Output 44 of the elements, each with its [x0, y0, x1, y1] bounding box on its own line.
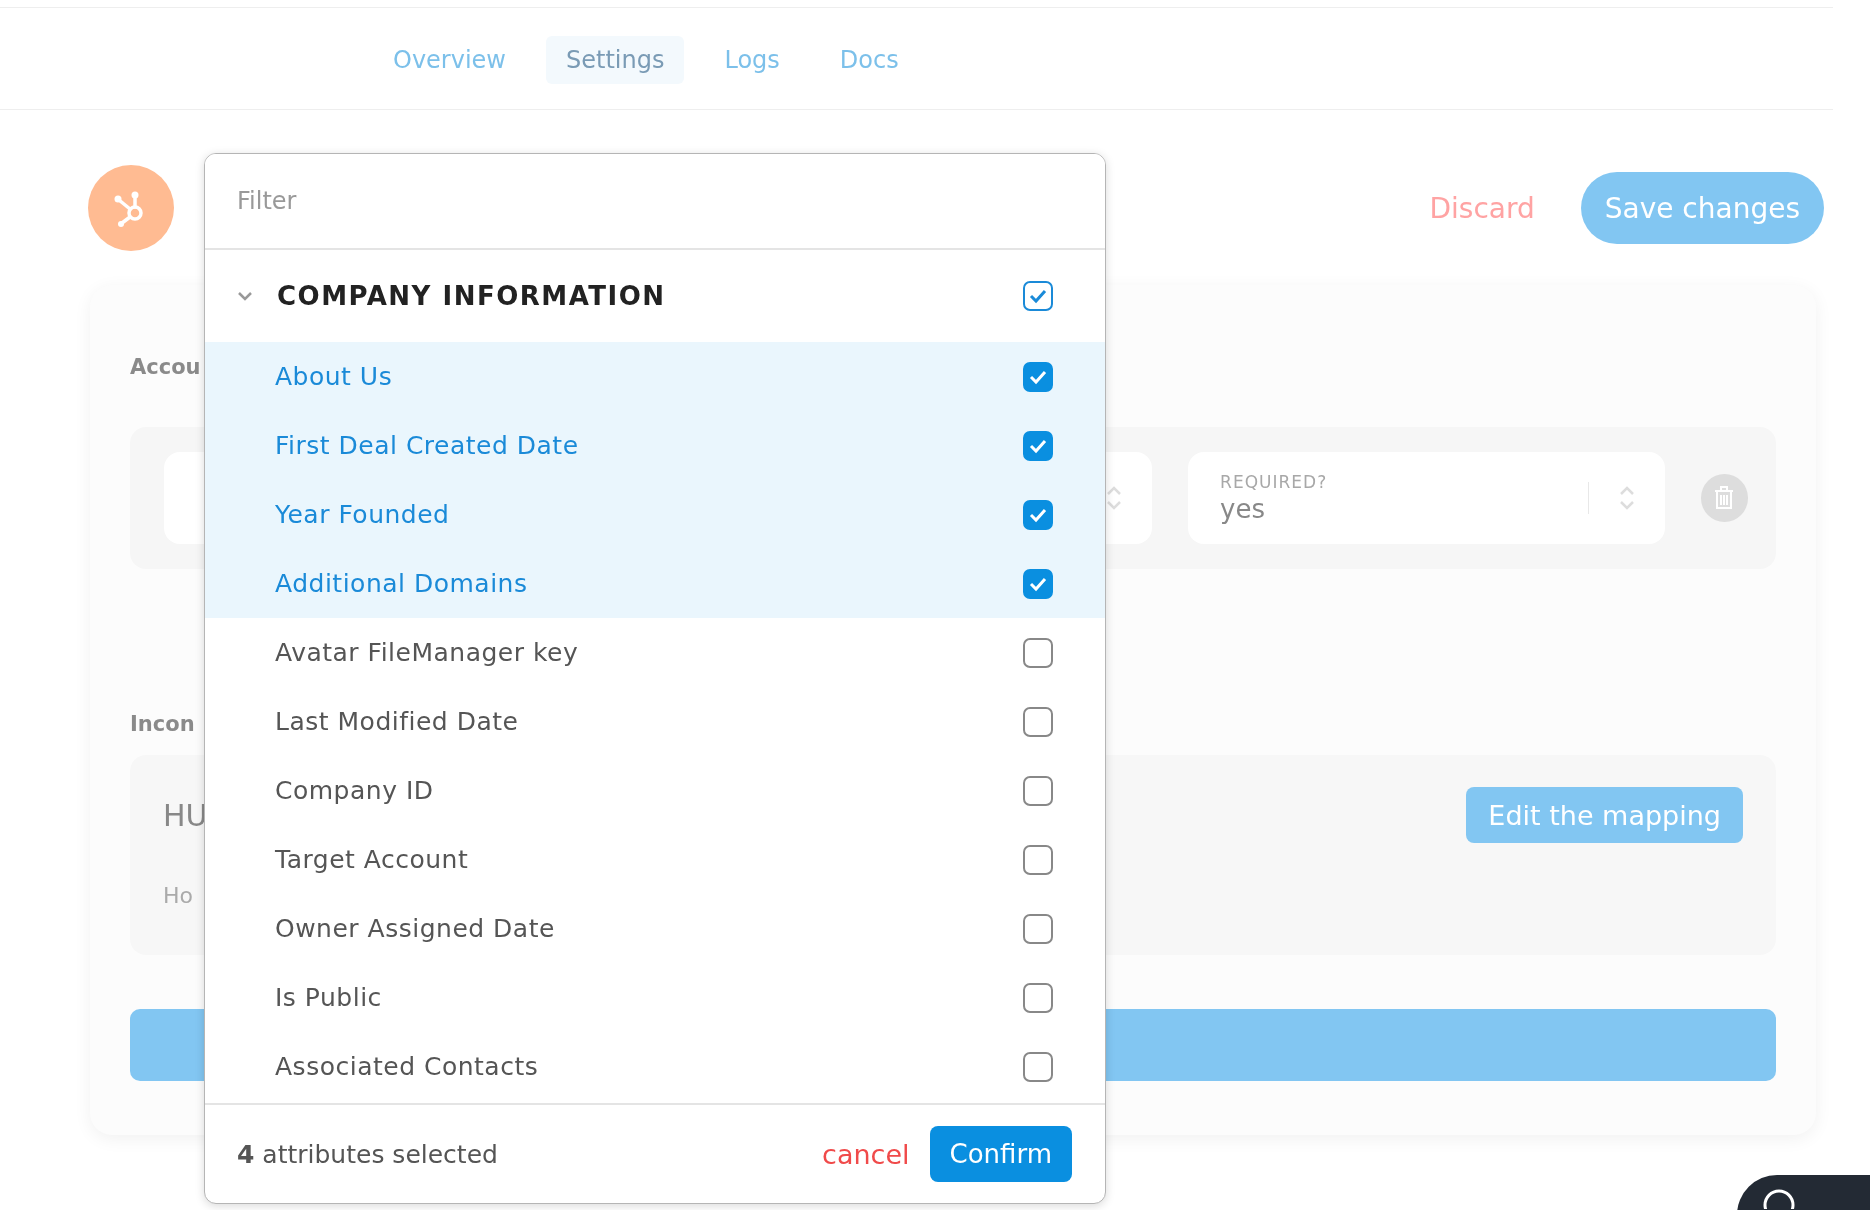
attribute-row[interactable]: Company ID: [205, 756, 1105, 825]
checkbox[interactable]: [1023, 844, 1053, 875]
group-title: COMPANY INFORMATION: [277, 281, 667, 311]
attribute-row[interactable]: Last Modified Date: [205, 687, 1105, 756]
attribute-row[interactable]: Associated Contacts: [205, 1032, 1105, 1101]
checkbox[interactable]: [1023, 430, 1053, 461]
attribute-row[interactable]: First Deal Created Date: [205, 411, 1105, 480]
checkbox[interactable]: [1023, 775, 1053, 806]
filter-field[interactable]: Filter: [205, 154, 1105, 250]
edit-mapping-button[interactable]: Edit the mapping: [1466, 787, 1743, 843]
attribute-row[interactable]: Target Account: [205, 825, 1105, 894]
attribute-row[interactable]: Owner Assigned Date: [205, 894, 1105, 963]
attribute-row[interactable]: Is Public: [205, 963, 1105, 1032]
checkbox[interactable]: [1023, 982, 1053, 1013]
confirm-button[interactable]: Confirm: [929, 1126, 1072, 1182]
discard-button[interactable]: Discard: [1423, 190, 1541, 226]
nav-tab[interactable]: Docs: [819, 36, 919, 84]
cancel-button[interactable]: cancel: [822, 1138, 910, 1170]
checkbox[interactable]: [1023, 637, 1053, 668]
checkbox[interactable]: [1023, 361, 1053, 392]
attribute-row[interactable]: About Us: [205, 342, 1105, 411]
section-title: Accou: [130, 355, 201, 381]
nav-tab[interactable]: Logs: [704, 36, 800, 84]
panel-hint: Ho: [163, 883, 194, 908]
checkbox[interactable]: [1023, 1051, 1053, 1082]
chevron-down-icon[interactable]: [237, 291, 253, 301]
checkbox[interactable]: [1023, 706, 1053, 737]
updown-icon: [1106, 485, 1123, 511]
section-title: Incon: [130, 712, 195, 738]
select-field[interactable]: REQUIRED? yes: [1188, 452, 1665, 544]
save-changes-button[interactable]: Save changes: [1580, 172, 1824, 244]
checkbox[interactable]: [1023, 499, 1053, 530]
selection-summary: 4 attributes selected: [237, 1139, 498, 1169]
nav-tab[interactable]: Settings: [546, 36, 685, 84]
attribute-row[interactable]: Additional Domains: [205, 549, 1105, 618]
checkbox[interactable]: [1023, 913, 1053, 944]
checkbox[interactable]: [1023, 568, 1053, 599]
attribute-row[interactable]: Avatar FileManager key: [205, 618, 1105, 687]
attribute-row[interactable]: Year Founded: [205, 480, 1105, 549]
updown-icon: [1618, 485, 1635, 511]
checkbox[interactable]: [1023, 281, 1053, 311]
check-icon: [1027, 287, 1049, 305]
nav-tab[interactable]: Overview: [373, 36, 526, 84]
trash-icon: [1713, 485, 1736, 511]
